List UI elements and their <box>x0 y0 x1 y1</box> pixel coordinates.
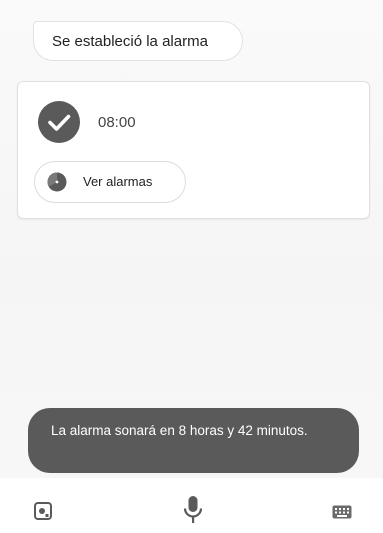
keyboard-icon[interactable] <box>332 505 352 524</box>
check-circle-icon <box>38 101 80 143</box>
toast-notification: La alarma sonará en 8 horas y 42 minutos… <box>28 408 359 473</box>
microphone-icon[interactable] <box>183 495 203 530</box>
clock-icon <box>47 172 67 192</box>
alarm-time: 08:00 <box>98 114 136 131</box>
toast-message: La alarma sonará en 8 horas y 42 minutos… <box>51 423 308 438</box>
view-alarms-label: Ver alarmas <box>83 174 153 189</box>
assistant-message-bubble: Se estableció la alarma <box>33 21 243 61</box>
lens-icon[interactable] <box>34 502 52 525</box>
bottom-action-bar <box>0 478 383 533</box>
confirmation-message: Se estableció la alarma <box>52 32 208 50</box>
alarm-card[interactable]: 08:00 Ver alarmas <box>17 81 370 219</box>
view-alarms-button[interactable]: Ver alarmas <box>34 161 186 203</box>
assistant-screen: Se estableció la alarma 08:00 Ver alarma… <box>0 0 383 533</box>
